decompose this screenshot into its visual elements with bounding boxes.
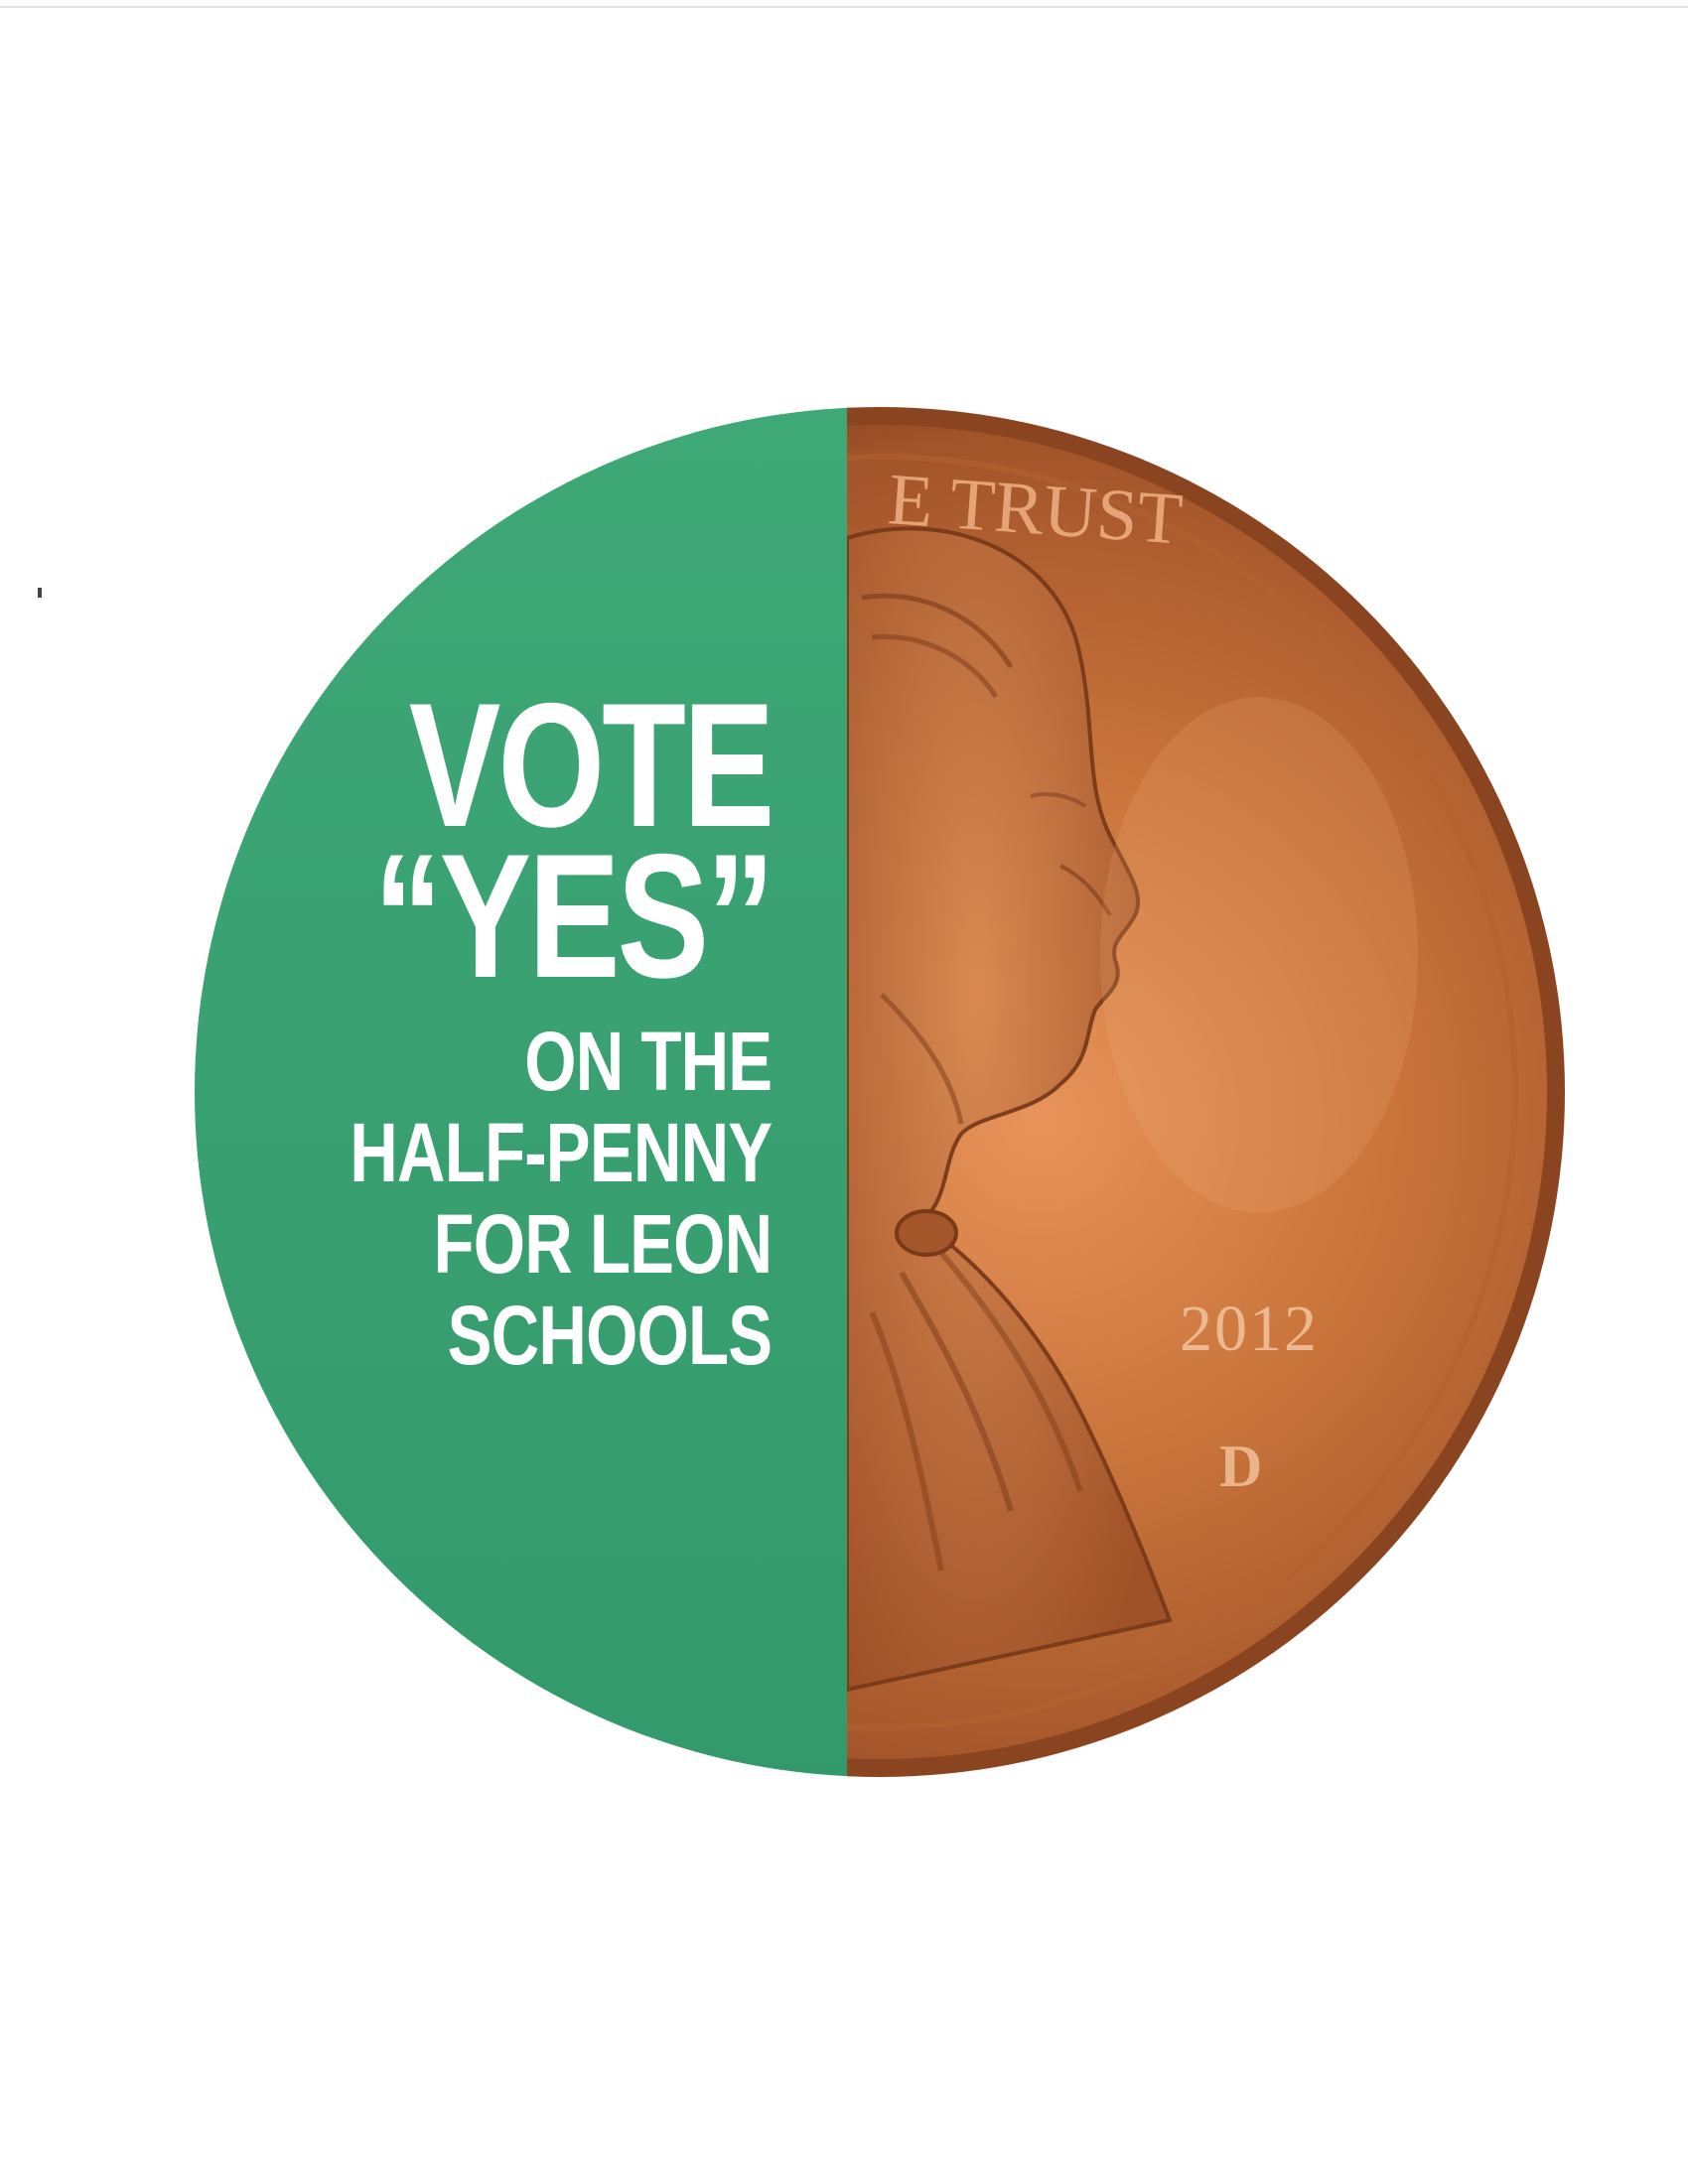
headline-half-penny: HALF-PENNY bbox=[349, 1106, 773, 1199]
headline-for-leon: FOR LEON bbox=[433, 1197, 773, 1291]
headline-schools: SCHOOLS bbox=[447, 1289, 773, 1382]
scan-speck bbox=[38, 588, 42, 598]
headline: VOTE “YES” ON THE HALF-PENNY FOR LEON SC… bbox=[244, 677, 774, 1382]
headline-yes: “YES” bbox=[372, 817, 774, 1015]
headline-on-the: ON THE bbox=[523, 1015, 773, 1108]
penny-year: 2012 bbox=[1180, 1293, 1319, 1365]
flyer-page: E TRUST 2012 D VOTE “YES” ON THE HALF-PE… bbox=[0, 0, 1688, 2184]
mint-mark: D bbox=[1219, 1433, 1262, 1499]
scan-edge-line bbox=[0, 6, 1688, 8]
